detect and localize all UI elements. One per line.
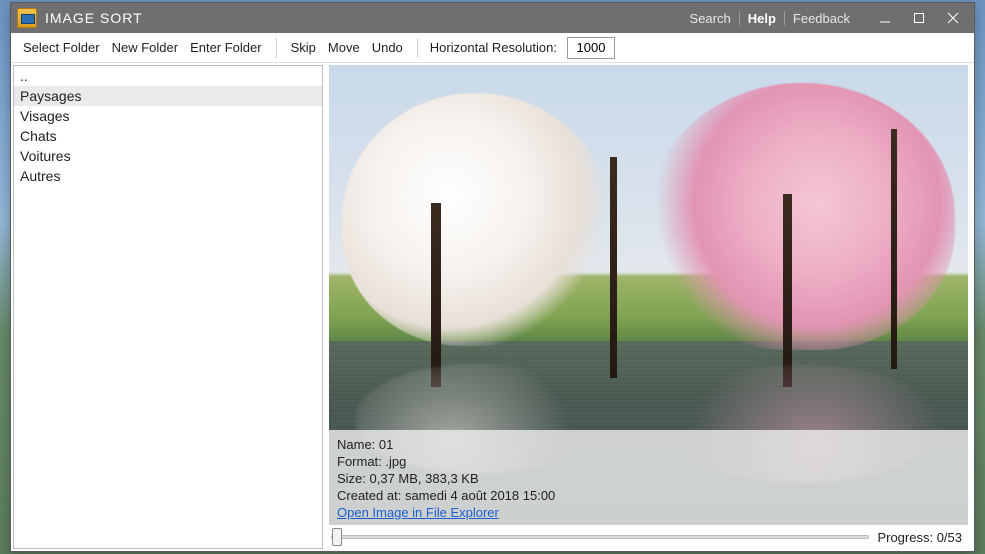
preview-trunk xyxy=(891,129,897,368)
info-name-label: Name: xyxy=(337,437,379,452)
progress-label: Progress: 0/53 xyxy=(877,530,964,545)
maximize-icon xyxy=(913,12,925,24)
image-info-panel: Name: 01 Format: .jpg Size: 0,37 MB, 383… xyxy=(329,430,968,525)
undo-button[interactable]: Undo xyxy=(368,38,407,57)
info-name-value: 01 xyxy=(379,437,393,452)
close-button[interactable] xyxy=(936,3,970,33)
image-preview: Name: 01 Format: .jpg Size: 0,37 MB, 383… xyxy=(329,65,968,525)
preview-tree-pink xyxy=(649,83,956,350)
folder-item-paysages[interactable]: Paysages xyxy=(14,86,322,106)
minimize-icon xyxy=(879,12,891,24)
folder-item-parent[interactable]: .. xyxy=(14,66,322,86)
folder-item-visages[interactable]: Visages xyxy=(14,106,322,126)
folder-item-voitures[interactable]: Voitures xyxy=(14,146,322,166)
progress-value: 0/53 xyxy=(937,530,962,545)
info-created: Created at: samedi 4 août 2018 15:00 xyxy=(337,487,960,504)
info-name: Name: 01 xyxy=(337,436,960,453)
info-created-value: samedi 4 août 2018 15:00 xyxy=(405,488,555,503)
toolbar-separator xyxy=(417,38,418,58)
preview-trunk xyxy=(783,194,792,387)
titlebar-link-help[interactable]: Help xyxy=(740,11,784,26)
open-in-explorer-link[interactable]: Open Image in File Explorer xyxy=(337,505,499,520)
info-size-value: 0,37 MB, 383,3 KB xyxy=(370,471,479,486)
titlebar: IMAGE SORT Search Help Feedback xyxy=(11,3,974,33)
folder-item-chats[interactable]: Chats xyxy=(14,126,322,146)
app-title: IMAGE SORT xyxy=(45,10,143,26)
window-controls xyxy=(868,3,970,33)
folder-item-autres[interactable]: Autres xyxy=(14,166,322,186)
progress-row: Progress: 0/53 xyxy=(329,525,968,549)
preview-trunk xyxy=(610,157,617,378)
folder-sidebar[interactable]: .. Paysages Visages Chats Voitures Autre… xyxy=(13,65,323,549)
preview-trunk xyxy=(431,203,441,387)
maximize-button[interactable] xyxy=(902,3,936,33)
toolbar: Select Folder New Folder Enter Folder Sk… xyxy=(11,33,974,63)
new-folder-button[interactable]: New Folder xyxy=(108,38,182,57)
app-icon xyxy=(17,8,37,28)
info-size-label: Size: xyxy=(337,471,370,486)
skip-button[interactable]: Skip xyxy=(287,38,320,57)
preview-tree-white xyxy=(342,93,610,346)
info-format-label: Format: xyxy=(337,454,385,469)
main-area: .. Paysages Visages Chats Voitures Autre… xyxy=(11,63,974,551)
progress-slider[interactable] xyxy=(331,535,869,539)
hres-label: Horizontal Resolution: xyxy=(430,40,557,55)
titlebar-link-feedback[interactable]: Feedback xyxy=(785,11,858,26)
app-window: IMAGE SORT Search Help Feedback Select F… xyxy=(10,2,975,552)
info-created-label: Created at: xyxy=(337,488,405,503)
close-icon xyxy=(947,12,959,24)
titlebar-link-search[interactable]: Search xyxy=(682,11,739,26)
toolbar-separator xyxy=(276,38,277,58)
minimize-button[interactable] xyxy=(868,3,902,33)
select-folder-button[interactable]: Select Folder xyxy=(19,38,104,57)
hres-input[interactable] xyxy=(567,37,615,59)
info-size: Size: 0,37 MB, 383,3 KB xyxy=(337,470,960,487)
info-format-value: .jpg xyxy=(385,454,406,469)
progress-slider-thumb[interactable] xyxy=(332,528,342,546)
enter-folder-button[interactable]: Enter Folder xyxy=(186,38,266,57)
info-format: Format: .jpg xyxy=(337,453,960,470)
progress-prefix: Progress: xyxy=(877,530,936,545)
preview-pane: Name: 01 Format: .jpg Size: 0,37 MB, 383… xyxy=(329,65,968,549)
move-button[interactable]: Move xyxy=(324,38,364,57)
